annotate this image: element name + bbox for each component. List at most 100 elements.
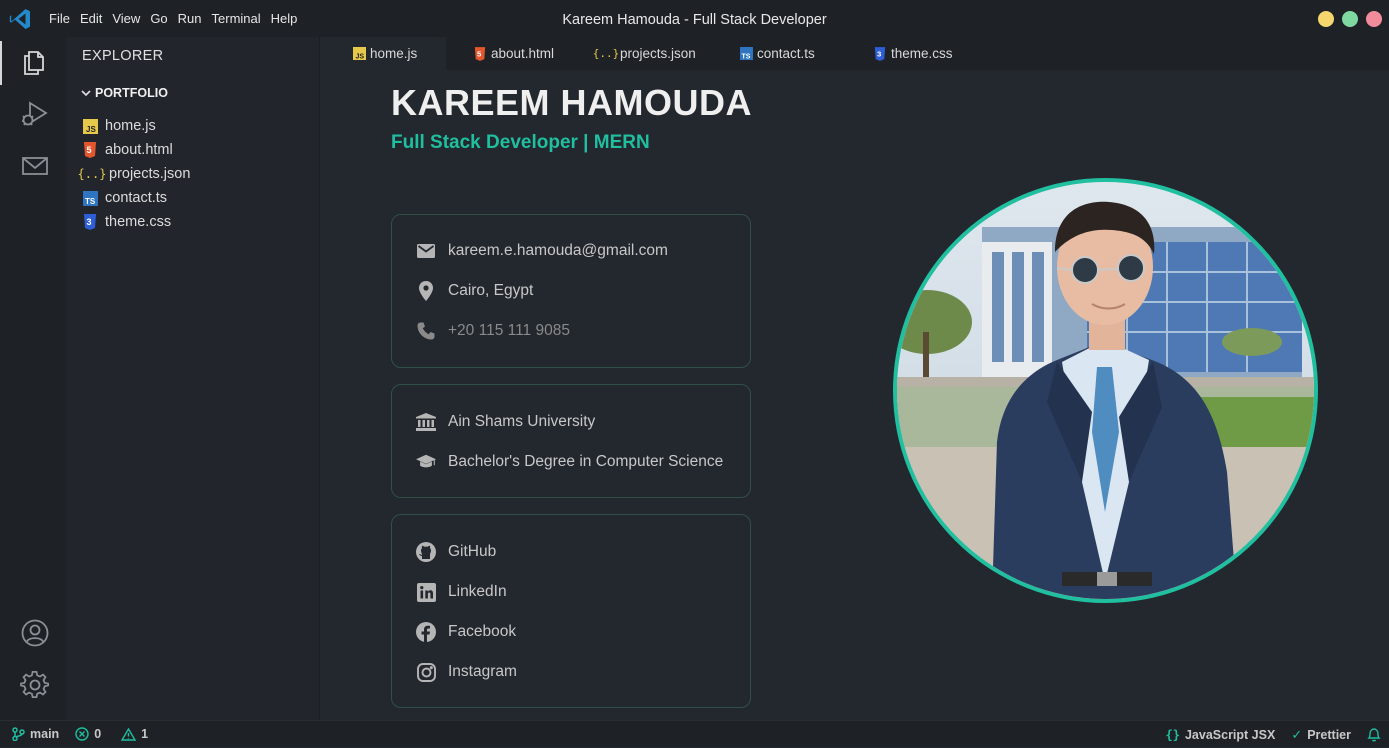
status-bar: main 0 1 {} JavaScript JSX ✓ Prettier	[0, 720, 1389, 747]
location-pin-icon	[416, 281, 436, 301]
tab-about-html[interactable]: 5 about.html	[446, 37, 567, 70]
file-item-theme-css[interactable]: 3 theme.css	[82, 210, 190, 234]
degree-text: Bachelor's Degree in Computer Science	[448, 453, 724, 470]
files-icon[interactable]	[20, 47, 50, 77]
phone-icon	[416, 321, 436, 341]
warnings-indicator[interactable]: 1	[121, 727, 148, 741]
education-card: Ain Shams University Bachelor's Degree i…	[391, 384, 751, 498]
graduation-cap-icon	[416, 452, 436, 472]
linkedin-text: LinkedIn	[448, 583, 507, 600]
account-icon[interactable]	[20, 618, 50, 648]
branch-indicator[interactable]: main	[12, 727, 59, 741]
language-mode[interactable]: {} JavaScript JSX	[1166, 728, 1276, 742]
run-debug-icon[interactable]	[20, 99, 50, 129]
menu-help[interactable]: Help	[266, 0, 303, 37]
tab-label: home.js	[370, 46, 418, 61]
instagram-icon	[416, 662, 436, 682]
tab-projects-json[interactable]: {..} projects.json	[567, 37, 705, 70]
file-item-home-js[interactable]: JS home.js	[82, 114, 190, 138]
svg-text:TS: TS	[741, 54, 750, 61]
title-bar: File Edit View Go Run Terminal Help Kare…	[0, 0, 1389, 37]
file-label: home.js	[105, 118, 156, 134]
university-text: Ain Shams University	[448, 413, 596, 430]
svg-text:JS: JS	[355, 54, 364, 61]
file-label: about.html	[105, 142, 173, 158]
folder-portfolio[interactable]: PORTFOLIO	[80, 86, 168, 100]
location-row: Cairo, Egypt	[416, 271, 750, 311]
explorer-title: EXPLORER	[82, 48, 164, 64]
svg-text:5: 5	[87, 145, 92, 155]
tab-theme-css[interactable]: 3 theme.css	[836, 37, 976, 70]
degree-row: Bachelor's Degree in Computer Science	[416, 442, 750, 482]
email-icon	[416, 241, 436, 261]
js-icon: JS	[352, 47, 366, 61]
facebook-text: Facebook	[448, 623, 517, 640]
notifications-bell-icon[interactable]	[1367, 727, 1381, 742]
file-item-contact-ts[interactable]: TS contact.ts	[82, 186, 190, 210]
branch-name: main	[30, 727, 60, 741]
contact-card: kareem.e.hamouda@gmail.com Cairo, Egypt …	[391, 214, 751, 368]
error-icon	[75, 727, 89, 741]
git-branch-icon	[12, 727, 25, 741]
menu-terminal[interactable]: Terminal	[207, 0, 266, 37]
svg-text:JS: JS	[86, 125, 96, 134]
svg-text:5: 5	[477, 49, 482, 58]
github-text: GitHub	[448, 543, 497, 560]
tab-contact-ts[interactable]: TS contact.ts	[705, 37, 836, 70]
errors-count: 0	[94, 727, 102, 741]
profile-photo-illustration	[897, 182, 1314, 599]
menu-run[interactable]: Run	[173, 0, 207, 37]
location-text: Cairo, Egypt	[448, 282, 534, 299]
tab-home-js[interactable]: JS home.js	[320, 37, 446, 70]
profile-role: Full Stack Developer | MERN	[391, 132, 650, 153]
formatter-label: Prettier	[1307, 727, 1351, 742]
editor-area: KAREEM HAMOUDA Full Stack Developer | ME…	[320, 70, 1389, 720]
profile-name: KAREEM HAMOUDA	[391, 82, 752, 123]
svg-text:3: 3	[87, 217, 92, 227]
minimize-button[interactable]	[1318, 11, 1334, 27]
instagram-link[interactable]: Instagram	[416, 652, 750, 692]
phone-text: +20 115 111 9085	[448, 322, 570, 339]
vscode-logo-icon	[9, 8, 31, 29]
warnings-count: 1	[141, 727, 149, 741]
css-icon: 3	[82, 214, 98, 230]
menu-go[interactable]: Go	[145, 0, 172, 37]
status-right: {} JavaScript JSX ✓ Prettier	[1166, 721, 1381, 748]
settings-gear-icon[interactable]	[20, 670, 50, 700]
facebook-icon	[416, 622, 436, 642]
email-text: kareem.e.hamouda@gmail.com	[448, 242, 668, 259]
window-controls	[1318, 11, 1382, 27]
braces-icon: {}	[1165, 727, 1180, 742]
svg-text:3: 3	[877, 49, 881, 58]
explorer-sidebar: EXPLORER PORTFOLIO JS home.js 5 about.ht…	[67, 37, 320, 720]
menu-file[interactable]: File	[44, 0, 75, 37]
mail-icon[interactable]	[20, 151, 50, 181]
errors-indicator[interactable]: 0	[75, 727, 101, 741]
maximize-button[interactable]	[1342, 11, 1358, 27]
email-row[interactable]: kareem.e.hamouda@gmail.com	[416, 231, 750, 271]
menu-bar: File Edit View Go Run Terminal Help	[44, 0, 302, 37]
phone-row[interactable]: +20 115 111 9085	[416, 311, 750, 351]
university-building-icon	[416, 412, 436, 432]
social-card: GitHub LinkedIn Facebook Instagram	[391, 514, 751, 708]
language-label: JavaScript JSX	[1184, 727, 1276, 742]
file-item-about-html[interactable]: 5 about.html	[82, 138, 190, 162]
tab-label: contact.ts	[757, 46, 815, 61]
active-indicator	[0, 41, 2, 85]
menu-view[interactable]: View	[107, 0, 145, 37]
instagram-text: Instagram	[448, 663, 517, 680]
html-icon: 5	[82, 142, 98, 158]
formatter-status[interactable]: ✓ Prettier	[1291, 727, 1351, 743]
github-icon	[416, 542, 436, 562]
tab-label: projects.json	[620, 46, 696, 61]
file-label: projects.json	[109, 166, 191, 182]
linkedin-link[interactable]: LinkedIn	[416, 572, 750, 612]
profile-photo	[893, 178, 1318, 603]
close-button[interactable]	[1366, 11, 1382, 27]
js-icon: JS	[82, 118, 98, 134]
menu-edit[interactable]: Edit	[75, 0, 107, 37]
file-label: contact.ts	[105, 190, 168, 206]
facebook-link[interactable]: Facebook	[416, 612, 750, 652]
file-item-projects-json[interactable]: {..} projects.json	[78, 162, 191, 186]
github-link[interactable]: GitHub	[416, 532, 750, 572]
